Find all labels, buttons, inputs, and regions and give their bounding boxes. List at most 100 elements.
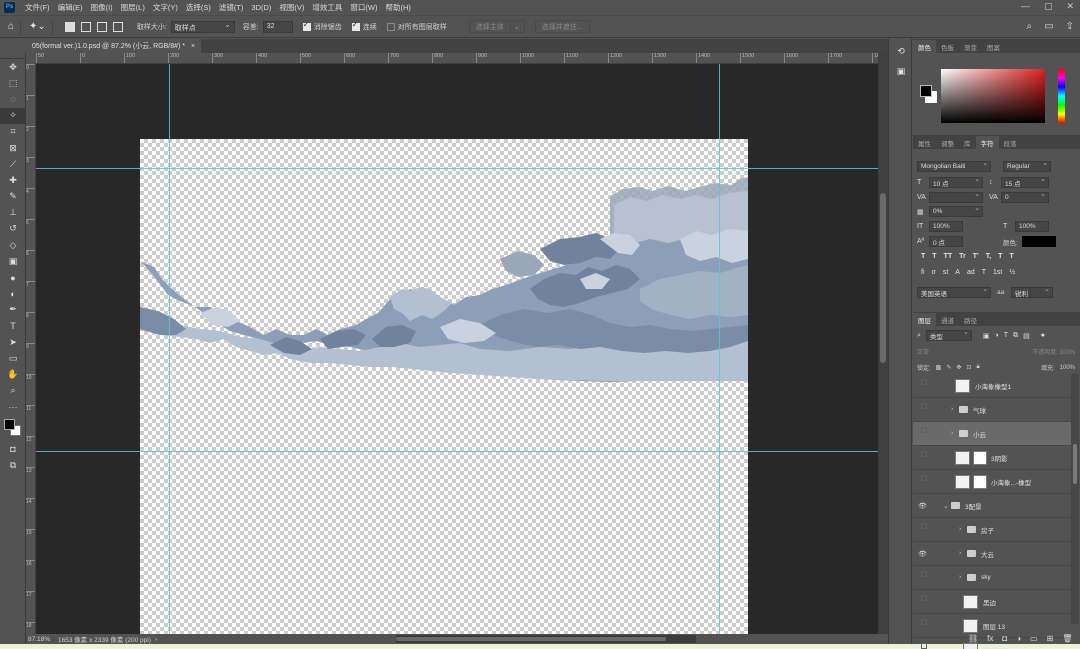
- search-icon[interactable]: ⌕: [1027, 21, 1033, 32]
- scrollbar-thumb[interactable]: [396, 637, 666, 641]
- layers-scrollbar[interactable]: [1071, 374, 1079, 624]
- menu-image[interactable]: 图像(I): [87, 2, 117, 13]
- magic-wand-icon[interactable]: ✧: [0, 107, 26, 124]
- horizontal-scale-input[interactable]: 100%: [1015, 221, 1049, 232]
- tab-patterns[interactable]: 图案: [982, 40, 1005, 53]
- magic-wand-preset-icon[interactable]: ✦⌄: [29, 21, 46, 32]
- visibility-toggle[interactable]: [921, 451, 927, 457]
- font-style-select[interactable]: Regular: [1003, 159, 1051, 172]
- document-info[interactable]: 1653 像素 x 2339 像素 (200 ppi): [54, 634, 151, 644]
- dodge-icon[interactable]: ◐: [0, 286, 26, 302]
- layer-row[interactable]: › 房子: [913, 518, 1071, 542]
- layer-row[interactable]: › 气球: [913, 398, 1071, 422]
- swash-button[interactable]: A: [955, 269, 960, 276]
- brush-icon[interactable]: ✎: [0, 189, 26, 205]
- new-group-icon[interactable]: ▭: [1030, 634, 1038, 643]
- menu-plugins[interactable]: 增效工具: [308, 2, 346, 13]
- visibility-toggle[interactable]: [921, 619, 927, 625]
- tab-properties[interactable]: 属性: [913, 136, 936, 149]
- underline-button[interactable]: T: [998, 253, 1002, 260]
- info-arrow-icon[interactable]: ›: [155, 636, 157, 643]
- eye-icon[interactable]: 👁︎: [918, 550, 928, 558]
- layer-mask-thumbnail[interactable]: [973, 474, 987, 489]
- faux-italic-button[interactable]: T: [932, 253, 936, 260]
- close-tab-button[interactable]: ×: [191, 43, 195, 50]
- opacity-input[interactable]: 100%: [1060, 350, 1075, 356]
- path-select-icon[interactable]: ➤: [0, 334, 26, 350]
- chevron-icon[interactable]: ⌄: [943, 502, 949, 510]
- guide-vertical[interactable]: [169, 64, 170, 634]
- pen-icon[interactable]: ✒: [0, 302, 26, 318]
- minimize-button[interactable]: —: [1021, 1, 1030, 12]
- scrollbar-thumb[interactable]: [1073, 444, 1077, 484]
- discretionary-ligatures-button[interactable]: st: [943, 269, 948, 276]
- layer-row[interactable]: 3阴影: [913, 446, 1071, 470]
- visibility-toggle[interactable]: [921, 523, 927, 529]
- horizontal-scrollbar[interactable]: [396, 635, 696, 643]
- filter-type-icon[interactable]: T: [1004, 332, 1008, 339]
- workspace-icon[interactable]: ▭: [1044, 21, 1053, 32]
- select-and-mask-button[interactable]: 选择并遮住...: [534, 20, 590, 33]
- tab-adjustments[interactable]: 调整: [936, 136, 959, 149]
- canvas-workspace[interactable]: [36, 64, 878, 634]
- eraser-icon[interactable]: ◇: [0, 237, 26, 253]
- antialias-select[interactable]: 锐利: [1011, 285, 1053, 298]
- blend-mode-select[interactable]: 正常: [917, 347, 929, 356]
- layer-row[interactable]: 👁︎ ⌄ 3配景: [913, 494, 1071, 518]
- move-icon[interactable]: ✥: [0, 59, 26, 75]
- tab-gradients[interactable]: 渐变: [959, 40, 982, 53]
- menu-view[interactable]: 视图(V): [275, 2, 308, 13]
- guide-vertical[interactable]: [719, 64, 720, 634]
- hand-icon[interactable]: ✋: [0, 367, 26, 383]
- visibility-toggle[interactable]: [921, 571, 927, 577]
- layer-row[interactable]: 小海象橡型1: [913, 374, 1071, 398]
- subtract-selection-icon[interactable]: [96, 21, 107, 32]
- lock-artboard-icon[interactable]: ⊡: [966, 364, 971, 371]
- tab-swatches[interactable]: 色板: [936, 40, 959, 53]
- menu-type[interactable]: 文字(Y): [149, 2, 182, 13]
- delete-icon[interactable]: 🗑︎: [1062, 634, 1072, 643]
- menu-help[interactable]: 帮助(H): [382, 2, 415, 13]
- share-icon[interactable]: ⇪: [1066, 21, 1074, 32]
- scrollbar-thumb[interactable]: [880, 193, 886, 363]
- lock-position-icon[interactable]: ✥: [956, 364, 961, 371]
- menu-select[interactable]: 选择(S): [182, 2, 215, 13]
- fx-icon[interactable]: fx: [987, 634, 993, 643]
- titling-button[interactable]: T: [982, 269, 986, 276]
- new-selection-icon[interactable]: [64, 21, 75, 32]
- new-layer-icon[interactable]: ⊞: [1047, 634, 1054, 643]
- ligatures-button[interactable]: fi: [921, 269, 925, 276]
- guide-horizontal[interactable]: [36, 451, 878, 452]
- vertical-scrollbar[interactable]: [878, 53, 888, 634]
- subscript-button[interactable]: T,: [986, 253, 991, 260]
- layer-mask-thumbnail[interactable]: [973, 450, 987, 465]
- menu-edit[interactable]: 编辑(E): [54, 2, 87, 13]
- foreground-color-chip[interactable]: [920, 85, 932, 97]
- strikethrough-button[interactable]: T: [1009, 253, 1013, 260]
- visibility-toggle[interactable]: [921, 595, 927, 601]
- quick-mask-icon[interactable]: ◘: [0, 441, 26, 457]
- stylistic-alternates-button[interactable]: ad: [967, 269, 975, 276]
- screen-mode-icon[interactable]: ⧉: [0, 457, 26, 473]
- intersect-selection-icon[interactable]: [112, 21, 123, 32]
- marquee-icon[interactable]: ⬚: [0, 75, 26, 91]
- tab-character[interactable]: 字符: [975, 136, 999, 149]
- fill-input[interactable]: 100%: [1060, 365, 1075, 371]
- adjustment-icon[interactable]: ◑: [1016, 634, 1021, 643]
- visibility-toggle[interactable]: [921, 403, 927, 409]
- healing-icon[interactable]: ✚: [0, 172, 26, 188]
- frame-icon[interactable]: ⊠: [0, 140, 26, 156]
- add-selection-icon[interactable]: [80, 21, 91, 32]
- filter-adjustment-icon[interactable]: ◑: [995, 332, 999, 339]
- visibility-toggle[interactable]: [921, 379, 927, 385]
- document-tab[interactable]: 05(formal ver.)1.0.psd @ 87.2% (小云, RGB/…: [26, 39, 202, 53]
- old-style-button[interactable]: σ: [932, 269, 936, 276]
- layer-filter-select[interactable]: 类型: [925, 328, 972, 341]
- eyedropper-icon[interactable]: ⟋: [0, 156, 26, 172]
- layer-row[interactable]: › sky: [913, 566, 1071, 590]
- antialias-checkbox[interactable]: 消除锯齿: [302, 20, 342, 32]
- zoom-icon[interactable]: ⌕: [0, 383, 26, 399]
- all-caps-button[interactable]: TT: [944, 253, 953, 260]
- layer-row[interactable]: 小海象...-橡型: [913, 470, 1071, 494]
- sample-size-select[interactable]: 取样点: [170, 20, 235, 33]
